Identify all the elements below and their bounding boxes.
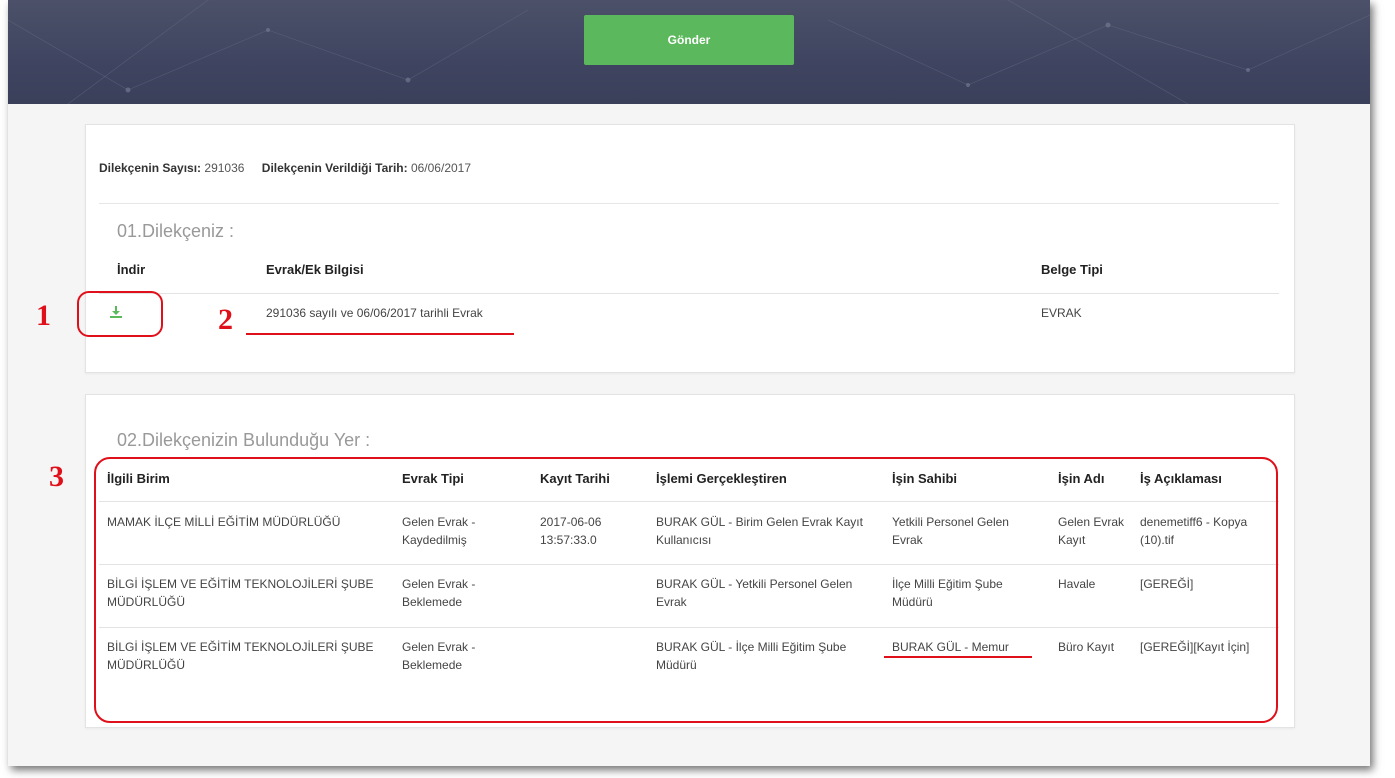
annotation-underline-owner <box>884 656 1032 658</box>
table-header-divider <box>99 293 1279 294</box>
annotation-number-2: 2 <box>218 303 233 336</box>
col-header-doc-type: Belge Tipi <box>1041 262 1103 277</box>
annotation-box-location-table <box>94 457 1278 723</box>
col-header-doc-info: Evrak/Ek Bilgisi <box>266 262 364 277</box>
section-title-petition: 01.Dilekçeniz : <box>117 221 235 241</box>
col-header-download: İndir <box>117 262 146 277</box>
doc-type-value: EVRAK <box>1041 306 1082 320</box>
doc-info-link[interactable]: 291036 sayılı ve 06/06/2017 tarihli Evra… <box>266 304 483 322</box>
section-title-location: 02.Dilekçenizin Bulunduğu Yer : <box>117 430 371 450</box>
annotation-number-3: 3 <box>49 460 64 493</box>
petition-info: Dilekçenin Sayısı: 291036 Dilekçenin Ver… <box>99 161 485 175</box>
annotation-box-download <box>77 291 163 337</box>
petition-number-label: Dilekçenin Sayısı: <box>99 161 202 175</box>
petition-number-value: 291036 <box>204 161 245 175</box>
annotation-underline-doc-info <box>246 333 514 335</box>
petition-date-label: Dilekçenin Verildiği Tarih: <box>261 161 408 175</box>
petition-card: Dilekçenin Sayısı: 291036 Dilekçenin Ver… <box>85 124 1295 373</box>
divider <box>99 203 1279 204</box>
petition-date-value: 06/06/2017 <box>410 161 472 175</box>
header-banner: Gönder <box>8 0 1370 104</box>
annotation-number-1: 1 <box>36 299 51 332</box>
send-button[interactable]: Gönder <box>584 15 794 65</box>
